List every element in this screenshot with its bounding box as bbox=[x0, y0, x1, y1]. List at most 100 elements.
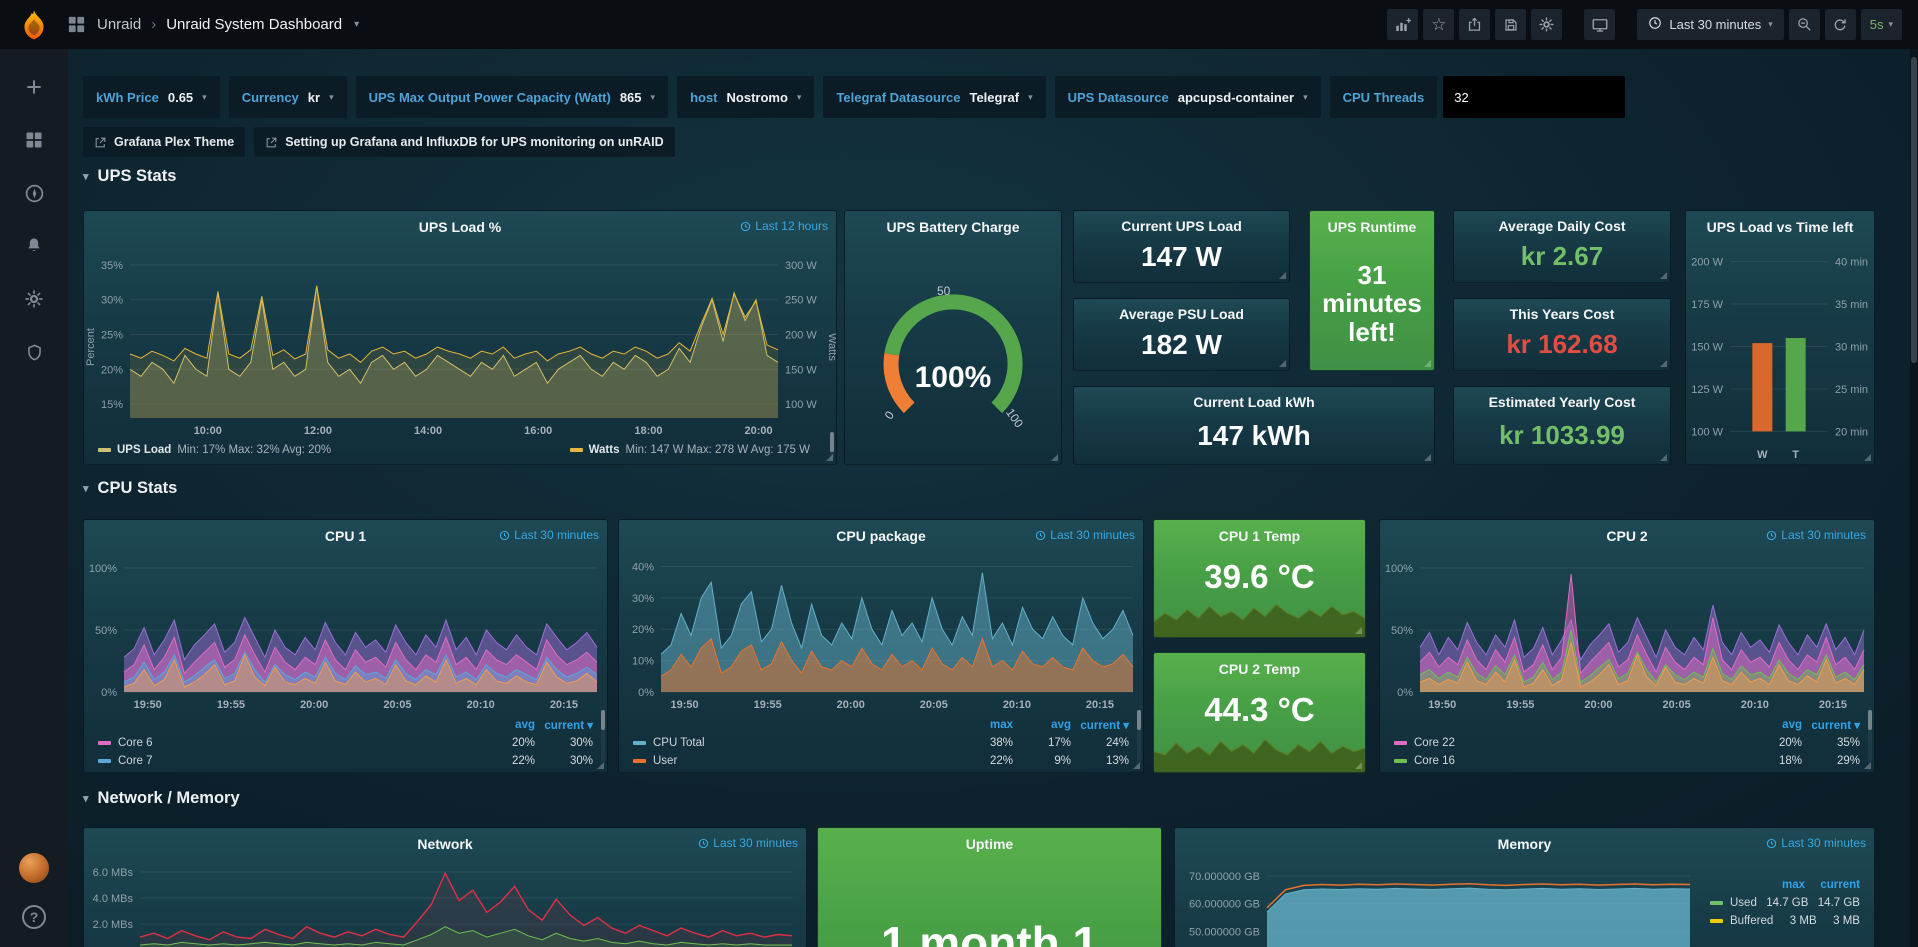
breadcrumb-root[interactable]: Unraid bbox=[97, 16, 141, 33]
legend-scrollbar[interactable] bbox=[1137, 710, 1141, 762]
svg-text:150 W: 150 W bbox=[1691, 342, 1723, 354]
panel-cpu2: CPU 2 Last 30 minutes 100%50%0%19:5019:5… bbox=[1379, 519, 1875, 773]
legend-series-row[interactable]: Core 2220%35% bbox=[1394, 734, 1860, 752]
cpu1-chart[interactable]: 100%50%0%19:5019:5520:0020:0520:1020:15 bbox=[84, 548, 607, 714]
panel-timerange[interactable]: Last 30 minutes bbox=[1766, 528, 1866, 542]
legend-scrollbar[interactable] bbox=[601, 710, 605, 762]
panel-title[interactable]: UPS Runtime bbox=[1310, 219, 1434, 235]
link-ups-monitoring-guide[interactable]: Setting up Grafana and InfluxDB for UPS … bbox=[254, 127, 674, 157]
panel-title[interactable]: This Years Cost bbox=[1454, 306, 1670, 322]
legend-sort-header[interactable]: avg bbox=[477, 719, 535, 731]
explore-icon[interactable] bbox=[22, 181, 46, 205]
scrollbar-thumb[interactable] bbox=[1911, 57, 1917, 363]
variable-ups-max-output[interactable]: UPS Max Output Power Capacity (Watt) 865… bbox=[356, 76, 668, 118]
panel-title[interactable]: Current UPS Load bbox=[1074, 218, 1289, 234]
panel-timerange[interactable]: Last 30 minutes bbox=[1035, 528, 1135, 542]
dashboard-caret-icon[interactable]: ▾ bbox=[354, 19, 359, 30]
variable-host[interactable]: host Nostromo ▾ bbox=[677, 76, 814, 118]
legend-scrollbar[interactable] bbox=[830, 432, 834, 458]
time-range-picker[interactable]: Last 30 minutes ▾ bbox=[1637, 9, 1783, 40]
memory-chart[interactable]: 70.000000 GB60.000000 GB50.000000 GB bbox=[1175, 858, 1696, 947]
grafana-logo[interactable] bbox=[0, 0, 68, 49]
page-scrollbar[interactable] bbox=[1910, 49, 1918, 947]
legend-series-row[interactable]: User22%9%13% bbox=[633, 752, 1129, 770]
legend-item[interactable]: WattsMin: 147 W Max: 278 W Avg: 175 W bbox=[570, 442, 810, 458]
panel-title[interactable]: Uptime bbox=[818, 836, 1161, 852]
row-header-ups-stats[interactable]: ▾ UPS Stats bbox=[83, 167, 176, 186]
zoom-out-button[interactable] bbox=[1789, 9, 1820, 40]
panel-title[interactable]: UPS Load % bbox=[84, 219, 836, 235]
legend-sort-header[interactable]: avg bbox=[1013, 719, 1071, 731]
legend-sort-header[interactable]: max bbox=[955, 719, 1013, 731]
ups-load-vs-time-chart[interactable]: 200 W175 W150 W125 W100 W40 min35 min30 … bbox=[1686, 241, 1874, 464]
panel-timerange[interactable]: Last 30 minutes bbox=[499, 528, 599, 542]
legend-series-row[interactable]: Used14.7 GB14.7 GB bbox=[1710, 894, 1860, 912]
variable-currency[interactable]: Currency kr ▾ bbox=[229, 76, 347, 118]
variable-telegraf-datasource[interactable]: Telegraf Datasource Telegraf ▾ bbox=[823, 76, 1045, 118]
ups-load-chart[interactable]: Percent Watts 35%30%25%20%15%300 W250 W2… bbox=[84, 241, 836, 440]
legend-sort-header[interactable]: current ▾ bbox=[1071, 718, 1129, 732]
server-admin-icon[interactable] bbox=[22, 340, 46, 364]
cpu-threads-input[interactable]: 32 bbox=[1443, 76, 1625, 118]
row-header-network-memory[interactable]: ▾ Network / Memory bbox=[83, 789, 240, 808]
svg-text:35%: 35% bbox=[101, 260, 123, 272]
panel-title[interactable]: UPS Load vs Time left bbox=[1686, 219, 1874, 235]
cpu-package-chart[interactable]: 40%30%20%10%0%19:5019:5520:0020:0520:102… bbox=[619, 548, 1143, 714]
panel-timerange[interactable]: Last 30 minutes bbox=[698, 836, 798, 850]
dashboard-settings-button[interactable] bbox=[1531, 9, 1562, 40]
legend-series-row[interactable]: CPU Total38%17%24% bbox=[633, 734, 1129, 752]
legend-item[interactable]: UPS LoadMin: 17% Max: 32% Avg: 20% bbox=[98, 442, 331, 458]
svg-text:100%: 100% bbox=[1385, 563, 1413, 575]
apps-grid-icon[interactable] bbox=[68, 16, 85, 33]
legend-sort-header[interactable]: current ▾ bbox=[1802, 718, 1860, 732]
dashboard-title[interactable]: Unraid System Dashboard bbox=[166, 16, 342, 33]
svg-text:20%: 20% bbox=[101, 364, 123, 376]
create-icon[interactable] bbox=[22, 75, 46, 99]
legend-sort-header[interactable]: max bbox=[1750, 879, 1805, 891]
panel-title[interactable]: Average PSU Load bbox=[1074, 306, 1289, 322]
legend-sort-header[interactable]: avg bbox=[1744, 719, 1802, 731]
configuration-icon[interactable] bbox=[22, 287, 46, 311]
panel-title[interactable]: UPS Battery Charge bbox=[845, 219, 1061, 235]
svg-text:19:55: 19:55 bbox=[217, 699, 245, 711]
cycle-view-button[interactable] bbox=[1584, 9, 1615, 40]
legend-series-row[interactable]: Core 1618%29% bbox=[1394, 752, 1860, 770]
variable-kwh-price[interactable]: kWh Price 0.65 ▾ bbox=[83, 76, 220, 118]
legend-table: maxcurrent Used14.7 GB14.7 GBBuffered3 MB… bbox=[1696, 858, 1874, 947]
caret-down-icon: ▾ bbox=[202, 92, 207, 103]
dashboards-icon[interactable] bbox=[22, 128, 46, 152]
network-chart[interactable]: 6.0 MBs4.0 MBs2.0 MBs bbox=[84, 858, 806, 947]
link-grafana-plex-theme[interactable]: Grafana Plex Theme bbox=[83, 127, 245, 157]
svg-text:19:55: 19:55 bbox=[1506, 699, 1534, 711]
stat-value: 147 kWh bbox=[1074, 411, 1434, 464]
panel-title[interactable]: Average Daily Cost bbox=[1454, 218, 1670, 234]
panel-title[interactable]: Current Load kWh bbox=[1074, 394, 1434, 410]
svg-text:100%: 100% bbox=[89, 563, 117, 575]
star-button[interactable]: ☆ bbox=[1423, 9, 1454, 40]
panel-timerange[interactable]: Last 30 minutes bbox=[1766, 836, 1866, 850]
legend-sort-header[interactable]: current bbox=[1805, 879, 1860, 891]
alerting-icon[interactable] bbox=[22, 234, 46, 258]
legend-series-row[interactable]: Core 722%30% bbox=[98, 752, 593, 770]
battery-gauge[interactable]: 50 0 100 100% bbox=[845, 241, 1061, 464]
refresh-caret-icon: ▾ bbox=[1888, 19, 1893, 30]
cpu2-chart[interactable]: 100%50%0%19:5019:5520:0020:0520:1020:15 bbox=[1380, 548, 1874, 714]
share-button[interactable] bbox=[1459, 9, 1490, 40]
refresh-button[interactable] bbox=[1825, 9, 1856, 40]
help-icon[interactable]: ? bbox=[22, 905, 46, 929]
legend-series-row[interactable]: Core 620%30% bbox=[98, 734, 593, 752]
refresh-interval-dropdown[interactable]: 5s ▾ bbox=[1861, 9, 1902, 40]
variable-ups-datasource[interactable]: UPS Datasource apcupsd-container ▾ bbox=[1055, 76, 1321, 118]
legend-series-row[interactable]: Buffered3 MB3 MB bbox=[1710, 912, 1860, 930]
legend-scrollbar[interactable] bbox=[1868, 710, 1872, 762]
row-header-cpu-stats[interactable]: ▾ CPU Stats bbox=[83, 479, 177, 498]
panel-title[interactable]: CPU 2 Temp bbox=[1154, 661, 1365, 677]
legend-sort-header[interactable]: current ▾ bbox=[535, 718, 593, 732]
user-avatar[interactable] bbox=[19, 853, 49, 883]
svg-text:300 W: 300 W bbox=[785, 260, 817, 272]
panel-title[interactable]: Estimated Yearly Cost bbox=[1454, 394, 1670, 410]
save-button[interactable] bbox=[1495, 9, 1526, 40]
panel-title[interactable]: CPU 1 Temp bbox=[1154, 528, 1365, 544]
add-panel-button[interactable] bbox=[1387, 9, 1418, 40]
panel-timerange[interactable]: Last 12 hours bbox=[740, 219, 828, 233]
